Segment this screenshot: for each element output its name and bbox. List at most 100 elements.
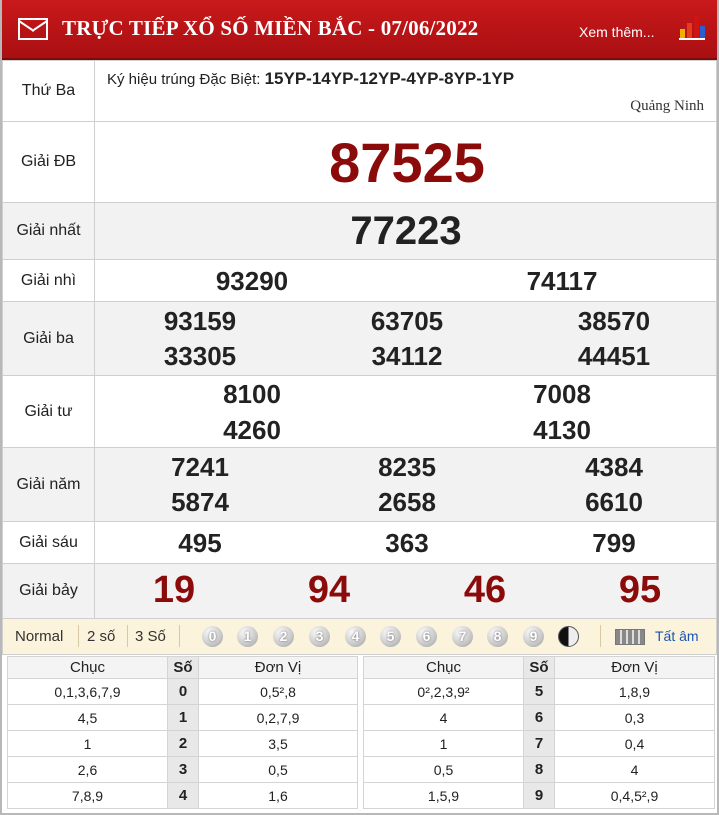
prize-nam-number: 8235 (378, 452, 436, 482)
loto-so: 1 (167, 704, 199, 731)
loto-table-right: Chục Số Đơn Vị 0²,2,3,9² 5 1,8,9 4 6 0,3 170… (363, 656, 715, 809)
digit-filter-ball[interactable]: 1 (237, 626, 258, 647)
loto-donvi: 0,2,7,9 (198, 704, 358, 731)
table-row: 2,6 3 0,5 (7, 756, 358, 783)
prize-ba-cell: 93159 63705 38570 33305 34112 44451 (94, 301, 717, 376)
bar-chart-icon[interactable] (679, 14, 705, 40)
display-toolbar: Normal 2 số 3 Số 0 1 2 3 4 5 6 7 8 9 Tất… (2, 619, 717, 655)
digit-filter-ball[interactable]: 3 (309, 626, 330, 647)
prize-ba-number: 63705 (370, 306, 444, 336)
day-label: Thứ Ba (2, 60, 95, 122)
ky-hieu: Ký hiệu trúng Đặc Biệt: 15YP-14YP-12YP-4… (107, 69, 514, 89)
col-header-chuc: Chục (363, 656, 524, 679)
tat-am-link[interactable]: Tất âm (655, 628, 699, 644)
table-row: 4,5 1 0,2,7,9 (7, 704, 358, 731)
results-table: Thứ Ba Ký hiệu trúng Đặc Biệt: 15YP-14YP… (2, 60, 717, 619)
loto-so: 9 (523, 782, 555, 809)
table-row: 4 6 0,3 (363, 704, 715, 731)
loto-table-left: Chục Số Đơn Vị 0,1,3,6,7,9 0 0,5²,8 4,5 1 0,… (7, 656, 358, 809)
mail-icon[interactable] (18, 18, 48, 40)
table-row: 1 2 3,5 (7, 730, 358, 757)
digit-filter-ball[interactable]: 4 (345, 626, 366, 647)
prize-bay-number: 19 (152, 569, 196, 611)
loto-donvi: 0,5²,8 (198, 678, 358, 705)
ky-hieu-value: 15YP-14YP-12YP-4YP-8YP-1YP (264, 69, 515, 88)
prize-nhat-cell: 77223 (94, 202, 717, 260)
digit-filter-ball[interactable]: 5 (380, 626, 401, 647)
loto-so: 0 (167, 678, 199, 705)
mode-normal-button[interactable]: Normal (15, 628, 63, 645)
lottery-grid-icon[interactable] (615, 629, 645, 645)
prize-ba-number: 93159 (163, 306, 237, 336)
digit-filter-ball[interactable]: 7 (452, 626, 473, 647)
col-header-so: Số (523, 656, 555, 679)
prize-sau-cell: 495 363 799 (94, 521, 717, 564)
loto-donvi: 4 (554, 756, 715, 783)
prize-label-sau: Giải sáu (2, 521, 95, 564)
loto-chuc: 1 (7, 730, 168, 757)
digit-filter-ball[interactable]: 6 (416, 626, 437, 647)
prize-label-ba: Giải ba (2, 301, 95, 376)
prize-nam-number: 6610 (585, 487, 643, 517)
digit-filter-ball[interactable]: 2 (273, 626, 294, 647)
prize-nhi-number: 93290 (215, 266, 289, 296)
ky-hieu-cell: Ký hiệu trúng Đặc Biệt: 15YP-14YP-12YP-4… (94, 60, 717, 122)
loto-donvi: 1,6 (198, 782, 358, 809)
loto-chuc: 1,5,9 (363, 782, 524, 809)
prize-sau-number: 799 (592, 528, 636, 558)
prize-bay-number: 46 (463, 569, 507, 611)
page-title: TRỰC TIẾP XỔ SỐ MIỀN BẮC - 07/06/2022 (62, 16, 479, 40)
loto-so: 2 (167, 730, 199, 757)
col-header-chuc: Chục (7, 656, 168, 679)
province-name: Quảng Ninh (630, 98, 704, 114)
table-row: 0,1,3,6,7,9 0 0,5²,8 (7, 678, 358, 705)
prize-db-cell: 87525 (94, 121, 717, 203)
loto-donvi: 3,5 (198, 730, 358, 757)
table-row: 7,8,9 4 1,6 (7, 782, 358, 809)
prize-sau-number: 495 (178, 528, 222, 558)
more-link[interactable]: Xem thêm... (579, 24, 654, 40)
col-header-so: Số (167, 656, 199, 679)
digit-filter-ball[interactable]: 0 (202, 626, 223, 647)
digit-filter-ball[interactable]: 9 (523, 626, 544, 647)
prize-label-db: Giải ĐB (2, 121, 95, 203)
mode-3-so-button[interactable]: 3 Số (135, 628, 166, 645)
digit-filter-ball[interactable]: 8 (487, 626, 508, 647)
loto-so: 5 (523, 678, 555, 705)
loto-chuc: 1 (363, 730, 524, 757)
prize-label-nhi: Giải nhì (2, 259, 95, 302)
loto-chuc: 2,6 (7, 756, 168, 783)
prize-ba-number: 38570 (577, 306, 651, 336)
prize-nam-cell: 7241 8235 4384 5874 2658 6610 (94, 447, 717, 522)
loto-chuc: 7,8,9 (7, 782, 168, 809)
prize-tu-number: 4260 (223, 415, 281, 445)
yin-yang-icon[interactable] (558, 626, 579, 647)
prize-ba-number: 33305 (163, 341, 237, 371)
loto-chuc: 4,5 (7, 704, 168, 731)
prize-bay-cell: 19 94 46 95 (94, 563, 717, 619)
mode-2-so-button[interactable]: 2 số (87, 628, 115, 645)
loto-chuc: 0,1,3,6,7,9 (7, 678, 168, 705)
prize-nam-number: 4384 (585, 452, 643, 482)
table-row: 0,5 8 4 (363, 756, 715, 783)
ky-hieu-label: Ký hiệu trúng Đặc Biệt: (107, 71, 261, 88)
prize-nam-number: 2658 (378, 487, 436, 517)
col-header-donvi: Đơn Vị (554, 656, 715, 679)
prize-tu-number: 4130 (533, 415, 591, 445)
loto-so: 8 (523, 756, 555, 783)
prize-nhi-cell: 93290 74117 (94, 259, 717, 302)
prize-ba-number: 44451 (577, 341, 651, 371)
loto-chuc: 0²,2,3,9² (363, 678, 524, 705)
prize-bay-number: 95 (618, 569, 662, 611)
prize-nhi-number: 74117 (526, 266, 598, 296)
prize-tu-number: 8100 (223, 379, 281, 409)
prize-label-nam: Giải năm (2, 447, 95, 522)
loto-so: 4 (167, 782, 199, 809)
prize-sau-number: 363 (385, 528, 429, 558)
prize-db-number: 87525 (329, 131, 485, 194)
loto-donvi: 1,8,9 (554, 678, 715, 705)
loto-so: 6 (523, 704, 555, 731)
prize-label-tu: Giải tư (2, 375, 95, 448)
prize-tu-cell: 8100 7008 4260 4130 (94, 375, 717, 448)
prize-nhat-number: 77223 (350, 209, 462, 253)
